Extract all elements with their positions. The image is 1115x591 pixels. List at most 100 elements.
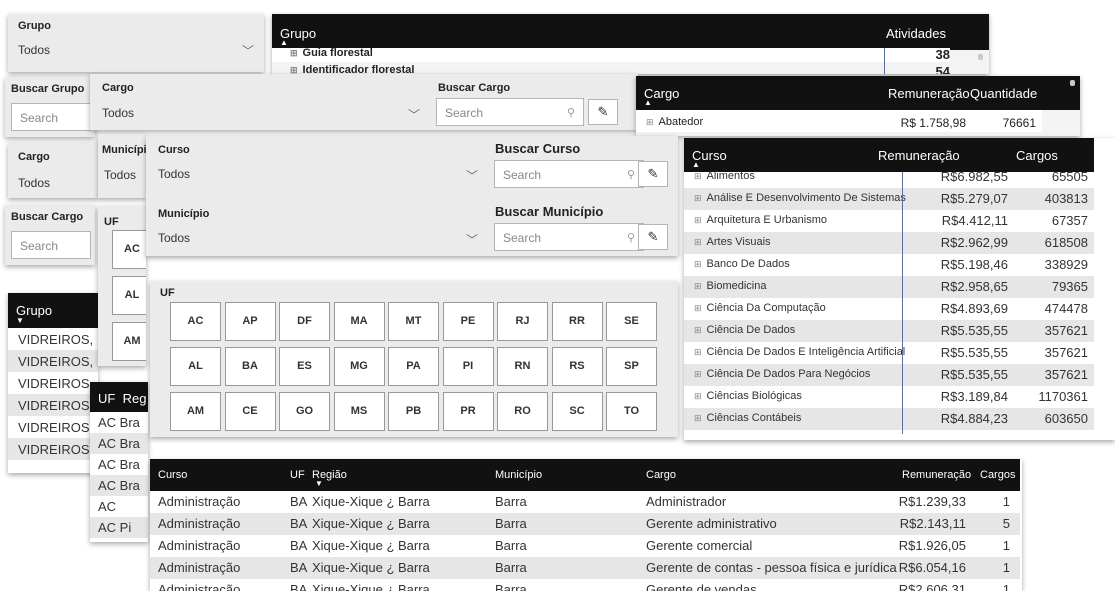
clear-eraser-icon[interactable]: ✎ [638,161,668,187]
table-row[interactable]: ⊞ Ciências Biológicas R$3.189,84 1170361 [684,386,1094,408]
expand-icon[interactable]: ⊞ [694,391,702,401]
uf-tile-mg[interactable]: MG [333,347,385,386]
uf-tile-rn[interactable]: RN [497,347,548,386]
clear-eraser-icon[interactable]: ✎ [638,224,668,250]
table-row[interactable]: AC Bra [90,433,148,454]
list-item[interactable]: VIDREIROS, [8,438,98,460]
uf-tile-ap[interactable]: AP [224,302,276,341]
expand-icon[interactable]: ⊞ [694,413,702,423]
list-item[interactable]: VIDREIROS, [8,394,98,416]
uf-tile-rj[interactable]: RJ [497,302,548,341]
col-cargos-header[interactable]: Cargos [1016,148,1058,163]
uf-tile-ba[interactable]: BA [224,347,276,386]
uf-tile-am[interactable]: AM [170,392,221,431]
table-row[interactable]: AC Bra [90,475,148,496]
cargo-dropdown-value[interactable]: Todos [102,106,134,120]
uf-tile-pa[interactable]: PA [388,347,439,386]
expand-icon[interactable]: ⊞ [694,171,702,181]
table-row[interactable]: AC Cru [90,496,148,529]
uf-tile-ro[interactable]: RO [497,392,548,431]
table-row[interactable]: ⊞ Ciência De Dados E Inteligência Artific… [684,342,1094,364]
uf-tile-am[interactable]: AM [112,322,146,361]
uf-tile-pr[interactable]: PR [442,392,494,431]
col-remuneracao-header[interactable]: Remuneração [878,148,960,163]
municipio-dropdown-value[interactable]: Todos [104,168,136,182]
buscar-cargo-input[interactable]: Search [11,231,91,259]
table-row[interactable]: ⊞ Ciência De Dados R$5.535,55 357621 [684,320,1094,342]
table-row[interactable]: AC Bra [90,454,148,475]
uf-tile-sp[interactable]: SP [606,347,657,386]
uf-tile-pb[interactable]: PB [388,392,439,431]
uf-tile-go[interactable]: GO [279,392,330,431]
uf-tile-rr[interactable]: RR [551,302,603,341]
table-row[interactable]: ⊞ Análise E Desenvolvimento De Sistemas R$… [684,188,1094,210]
expand-icon[interactable]: ⊞ [694,259,702,269]
table-row[interactable]: Administração BA Xique-Xique ¿ Barra Barra G… [150,535,1020,557]
chevron-down-icon[interactable]: ﹀ [408,106,420,123]
expand-icon[interactable]: ⊞ [694,369,702,379]
list-item[interactable]: VIDREIROS, [8,416,98,438]
uf-tile-mt[interactable]: MT [388,302,439,341]
uf-tile-df[interactable]: DF [279,302,330,341]
uf-tile-se[interactable]: SE [606,302,657,341]
col-remuneracao-header[interactable]: Remuneração [902,469,971,481]
table-row[interactable]: Administração BA Xique-Xique ¿ Barra Barra G… [150,557,1020,579]
col-uf-header[interactable]: UF [98,391,115,406]
table-row[interactable]: ⊞ Arquitetura E Urbanismo R$4.412,11 67357 [684,210,1094,232]
table-row[interactable]: ⊞ Ciência De Dados Para Negócios R$5.535,5… [684,364,1094,386]
expand-icon[interactable]: ⊞ [694,215,702,225]
buscar-curso-input[interactable]: Search ⚲ [494,160,644,188]
uf-tile-rs[interactable]: RS [551,347,603,386]
expand-icon[interactable]: ⊞ [694,237,702,247]
col-remuneracao-header[interactable]: Remuneração [888,86,970,101]
table-row[interactable]: AC Pi [90,517,148,538]
table-row[interactable]: Administração BA Xique-Xique ¿ Barra Barra G… [150,579,1020,591]
grupo-dropdown-value[interactable]: Todos [18,43,50,57]
col-cargos-header[interactable]: Cargos [980,469,1015,481]
expand-icon[interactable]: ⊞ [694,347,702,357]
expand-icon[interactable]: ⊞ [694,281,702,291]
scrollbar[interactable] [978,54,983,60]
uf-tile-es[interactable]: ES [279,347,330,386]
col-regiao-header[interactable]: Reg [123,391,147,406]
uf-tile-ac[interactable]: AC [112,230,146,269]
clear-eraser-icon[interactable]: ✎ [588,99,618,125]
uf-tile-ms[interactable]: MS [333,392,385,431]
table-row[interactable]: ⊞ Banco De Dados R$5.198,46 338929 [684,254,1094,276]
col-atividades-header[interactable]: Atividades [886,26,946,41]
chevron-down-icon[interactable]: ﹀ [242,42,254,59]
col-cargo-header[interactable]: Cargo [646,469,676,481]
buscar-municipio-input[interactable]: Search ⚲ [494,223,644,251]
expand-icon[interactable]: ⊞ [694,325,702,335]
municipio-dropdown-value[interactable]: Todos [158,231,190,245]
table-row[interactable]: ⊞ Ciências Contábeis R$4.884,23 603650 [684,408,1094,430]
uf-tile-pe[interactable]: PE [442,302,494,341]
table-row[interactable]: ⊞ Ciência Da Computação R$4.893,69 474478 [684,298,1094,320]
expand-icon[interactable]: ⊞ [694,193,702,203]
uf-tile-pi[interactable]: PI [442,347,494,386]
table-row[interactable]: AC Bra [90,412,148,433]
table-row[interactable]: ⊞ Alimentos R$6.982,55 65505 [684,166,1094,188]
uf-tile-ma[interactable]: MA [333,302,385,341]
uf-tile-al[interactable]: AL [112,276,146,315]
chevron-down-icon[interactable]: ﹀ [466,167,478,184]
list-item[interactable]: VIDREIROS, [8,372,98,394]
scrollbar[interactable] [1070,80,1075,86]
col-curso-header[interactable]: Curso [158,469,187,481]
uf-tile-ce[interactable]: CE [224,392,276,431]
table-row[interactable]: Administração BA Xique-Xique ¿ Barra Barra A… [150,491,1020,513]
list-item[interactable]: VIDREIROS, [8,350,98,372]
list-item[interactable]: VIDREIROS, [8,328,98,350]
cargo-dropdown-value[interactable]: Todos [18,176,50,190]
col-uf-header[interactable]: UF [290,469,305,481]
chevron-down-icon[interactable]: ﹀ [466,231,478,248]
expand-icon[interactable]: ⊞ [694,303,702,313]
table-row[interactable]: Administração BA Xique-Xique ¿ Barra Barra G… [150,513,1020,535]
grupo-list-header[interactable]: Grupo ▼ [8,293,98,328]
uf-tile-to[interactable]: TO [606,392,657,431]
col-municipio-header[interactable]: Município [495,469,542,481]
table-row[interactable]: ⊞ Biomedicina R$2.958,65 79365 [684,276,1094,298]
uf-tile-al[interactable]: AL [170,347,221,386]
buscar-grupo-input[interactable]: Search [11,103,91,131]
uf-tile-sc[interactable]: SC [551,392,603,431]
